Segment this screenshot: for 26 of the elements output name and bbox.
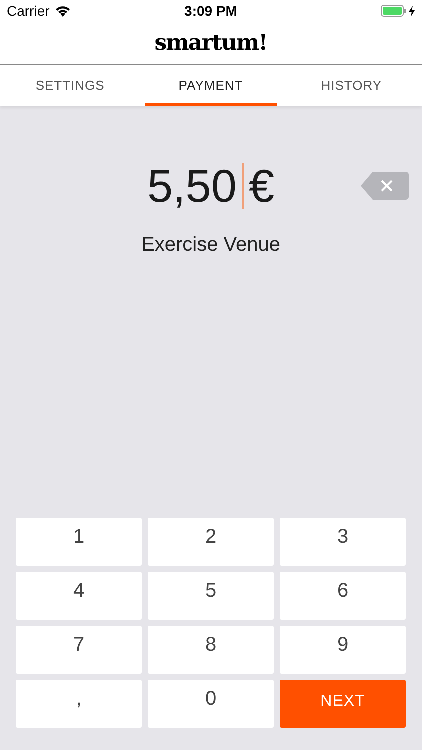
delete-button[interactable] bbox=[361, 172, 409, 200]
tab[interactable]: SETTINGS bbox=[4, 65, 137, 106]
venue-name: Exercise Venue bbox=[142, 233, 280, 258]
keypad-key[interactable]: 1 bbox=[16, 518, 142, 566]
keypad-key[interactable]: 6 bbox=[280, 572, 406, 620]
status-time: 3:09 PM bbox=[184, 2, 238, 20]
keypad-key[interactable]: 2 bbox=[148, 518, 274, 566]
amount-value: 5,50 bbox=[147, 163, 237, 209]
charging-icon bbox=[408, 6, 415, 16]
app-logo: smartum! bbox=[154, 28, 268, 58]
currency-symbol: € bbox=[248, 163, 275, 209]
keypad-key[interactable]: 8 bbox=[148, 626, 274, 674]
keypad-key[interactable]: 9 bbox=[280, 626, 406, 674]
keypad-key[interactable]: 5 bbox=[148, 572, 274, 620]
tab[interactable]: PAYMENT bbox=[144, 65, 278, 106]
keypad-key[interactable]: 7 bbox=[16, 626, 142, 674]
carrier-label: Carrier bbox=[7, 2, 50, 20]
text-cursor bbox=[242, 163, 244, 209]
tab[interactable]: HISTORY bbox=[285, 65, 418, 106]
keypad-key[interactable]: 4 bbox=[16, 572, 142, 620]
wifi-icon bbox=[54, 5, 71, 17]
battery-icon bbox=[380, 5, 407, 17]
keypad-key[interactable]: 3 bbox=[280, 518, 406, 566]
keypad-key[interactable]: , bbox=[16, 680, 142, 728]
keypad-key[interactable]: 0 bbox=[148, 680, 274, 728]
backspace-icon bbox=[361, 172, 409, 200]
